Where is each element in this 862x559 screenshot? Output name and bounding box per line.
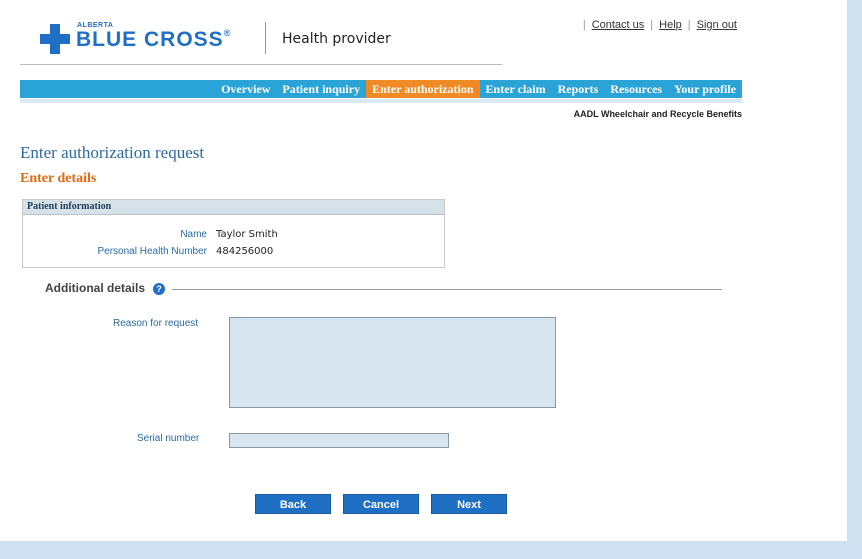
additional-details-rule — [172, 289, 722, 290]
nav-reports[interactable]: Reports — [552, 80, 605, 98]
sign-out-link[interactable]: Sign out — [697, 19, 737, 31]
alberta-blue-cross-logo: ALBERTA BLUE CROSS® — [40, 22, 260, 54]
reason-textarea[interactable] — [229, 317, 556, 408]
contact-us-link[interactable]: Contact us — [592, 19, 645, 31]
header-divider — [265, 22, 266, 54]
page-shadow-bottom — [0, 541, 862, 559]
utility-links: | Contact us | Help | Sign out — [582, 19, 737, 31]
nav-underline — [20, 99, 742, 103]
cancel-button[interactable]: Cancel — [343, 494, 419, 514]
nav-overview[interactable]: Overview — [215, 80, 276, 98]
patient-phn-label: Personal Health Number — [97, 246, 208, 257]
next-button[interactable]: Next — [431, 494, 507, 514]
help-link[interactable]: Help — [659, 19, 682, 31]
program-name: AADL Wheelchair and Recycle Benefits — [573, 109, 742, 119]
help-icon[interactable]: ? — [153, 283, 165, 295]
nav-your-profile[interactable]: Your profile — [668, 80, 742, 98]
nav-enter-authorization[interactable]: Enter authorization — [366, 80, 480, 98]
nav-resources[interactable]: Resources — [604, 80, 668, 98]
nav-patient-inquiry[interactable]: Patient inquiry — [276, 80, 366, 98]
patient-name-label: Name — [180, 229, 207, 240]
page-subtitle: Enter details — [20, 171, 97, 186]
portal-name: Health provider — [282, 31, 391, 47]
patient-name-value: Taylor Smith — [216, 229, 278, 240]
page-shadow-right — [847, 0, 862, 559]
serial-number-input[interactable] — [229, 433, 449, 448]
nav-enter-claim[interactable]: Enter claim — [480, 80, 552, 98]
main-nav: Overview Patient inquiry Enter authoriza… — [20, 80, 742, 98]
page-panel: ALBERTA BLUE CROSS® Health provider | Con… — [0, 0, 847, 541]
reason-label: Reason for request — [113, 318, 199, 329]
back-button[interactable]: Back — [255, 494, 331, 514]
logo-name: BLUE CROSS® — [76, 28, 232, 51]
page-title: Enter authorization request — [20, 143, 205, 162]
patient-phn-value: 484256000 — [216, 246, 274, 257]
additional-details-title: Additional details — [45, 281, 146, 295]
patient-info-header: Patient information — [23, 200, 444, 215]
blue-cross-icon — [40, 24, 70, 54]
patient-info-box: Patient information Name Taylor Smith Pe… — [22, 199, 445, 268]
header-rule — [20, 64, 502, 65]
serial-label: Serial number — [137, 433, 200, 444]
